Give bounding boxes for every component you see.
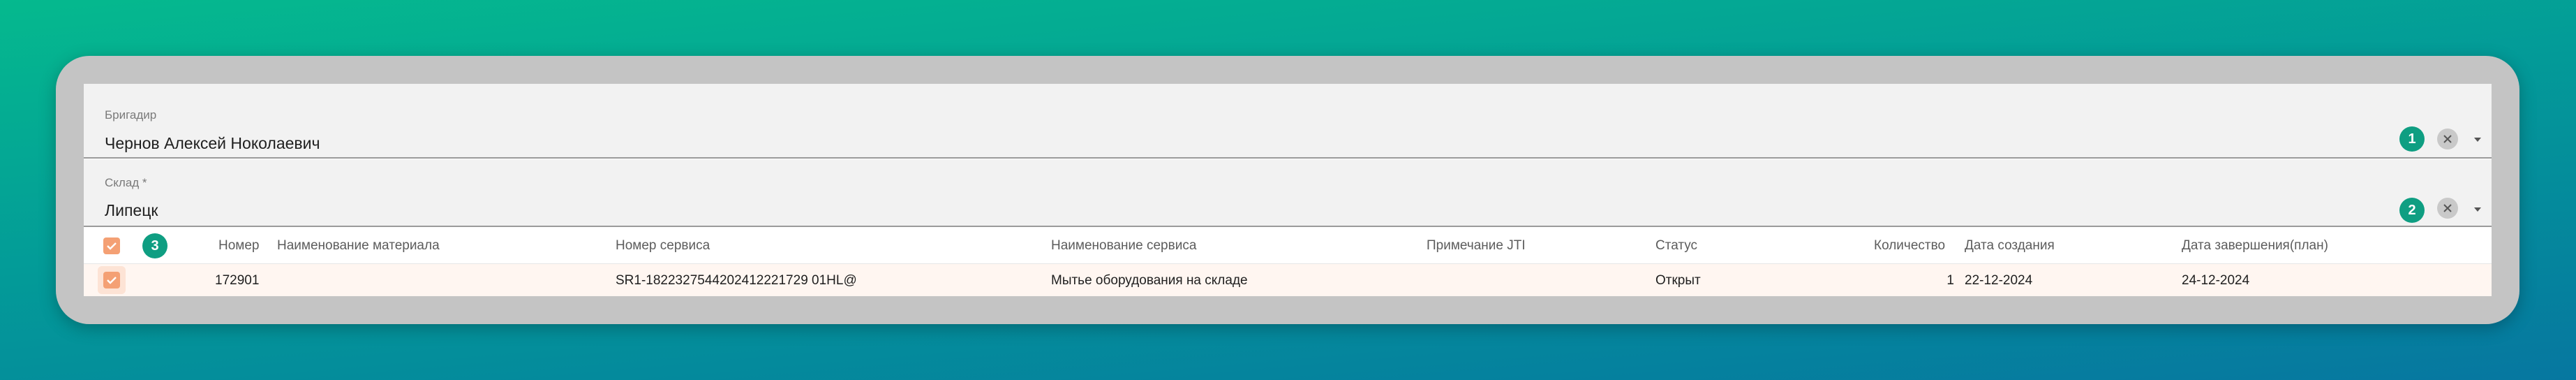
close-icon: [2443, 135, 2452, 143]
warehouse-label: Склад *: [105, 176, 147, 189]
caret-down-icon: [2474, 207, 2481, 212]
step-badge-2: 2: [2399, 198, 2425, 223]
cell-status: Открыт: [1655, 273, 1701, 288]
checkbox-box: [103, 272, 120, 288]
cell-created: 22-12-2024: [1965, 273, 2033, 288]
form-card: Бригадир Чернов Алексей Ноколаевич 1 Скл…: [84, 84, 2492, 296]
table-header: 3 Номер Наименование материала Номер сер…: [84, 228, 2492, 264]
window-frame: Бригадир Чернов Алексей Ноколаевич 1 Скл…: [56, 56, 2519, 324]
close-icon: [2443, 204, 2452, 212]
col-quantity[interactable]: Количество: [1874, 238, 1945, 254]
col-status[interactable]: Статус: [1655, 238, 1697, 254]
col-material-name[interactable]: Наименование материала: [277, 238, 440, 254]
step-badge-3: 3: [142, 233, 167, 258]
foreman-clear-button[interactable]: [2437, 129, 2458, 149]
checkbox-box: [103, 238, 120, 254]
col-planned-end[interactable]: Дата завершения(план): [2182, 238, 2328, 254]
check-icon: [107, 277, 117, 284]
warehouse-underline: [84, 226, 2492, 227]
cell-planned-end: 24-12-2024: [2182, 273, 2250, 288]
cell-service-name: Мытье оборудования на складе: [1051, 273, 1248, 288]
table-row[interactable]: 172901 SR1-1822327544202412221729 01HL@ …: [84, 264, 2492, 296]
cell-service-number: SR1-1822327544202412221729 01HL@: [616, 273, 857, 288]
warehouse-clear-button[interactable]: [2437, 198, 2458, 219]
check-icon: [107, 242, 117, 250]
select-all-checkbox[interactable]: [98, 232, 126, 260]
warehouse-select[interactable]: Склад * Липецк 2: [84, 159, 2492, 227]
col-service-name[interactable]: Наименование сервиса: [1051, 238, 1196, 254]
foreman-select[interactable]: Бригадир Чернов Алексей Ноколаевич 1: [84, 84, 2492, 159]
col-service-number[interactable]: Номер сервиса: [616, 238, 710, 254]
col-note[interactable]: Примечание JTI: [1427, 238, 1526, 254]
caret-down-icon: [2474, 138, 2481, 142]
foreman-underline: [84, 157, 2492, 159]
step-badge-1: 1: [2399, 126, 2425, 152]
cell-number: 172901: [215, 273, 260, 288]
foreman-value: Чернов Алексей Ноколаевич: [105, 134, 320, 152]
row-checkbox[interactable]: [98, 266, 126, 294]
col-created[interactable]: Дата создания: [1965, 238, 2055, 254]
warehouse-value: Липецк: [105, 201, 158, 219]
col-number[interactable]: Номер: [218, 238, 259, 254]
foreman-dropdown-button[interactable]: [2469, 131, 2486, 148]
foreman-label: Бригадир: [105, 108, 157, 122]
cell-quantity: 1: [1946, 273, 1954, 288]
warehouse-dropdown-button[interactable]: [2469, 201, 2486, 218]
